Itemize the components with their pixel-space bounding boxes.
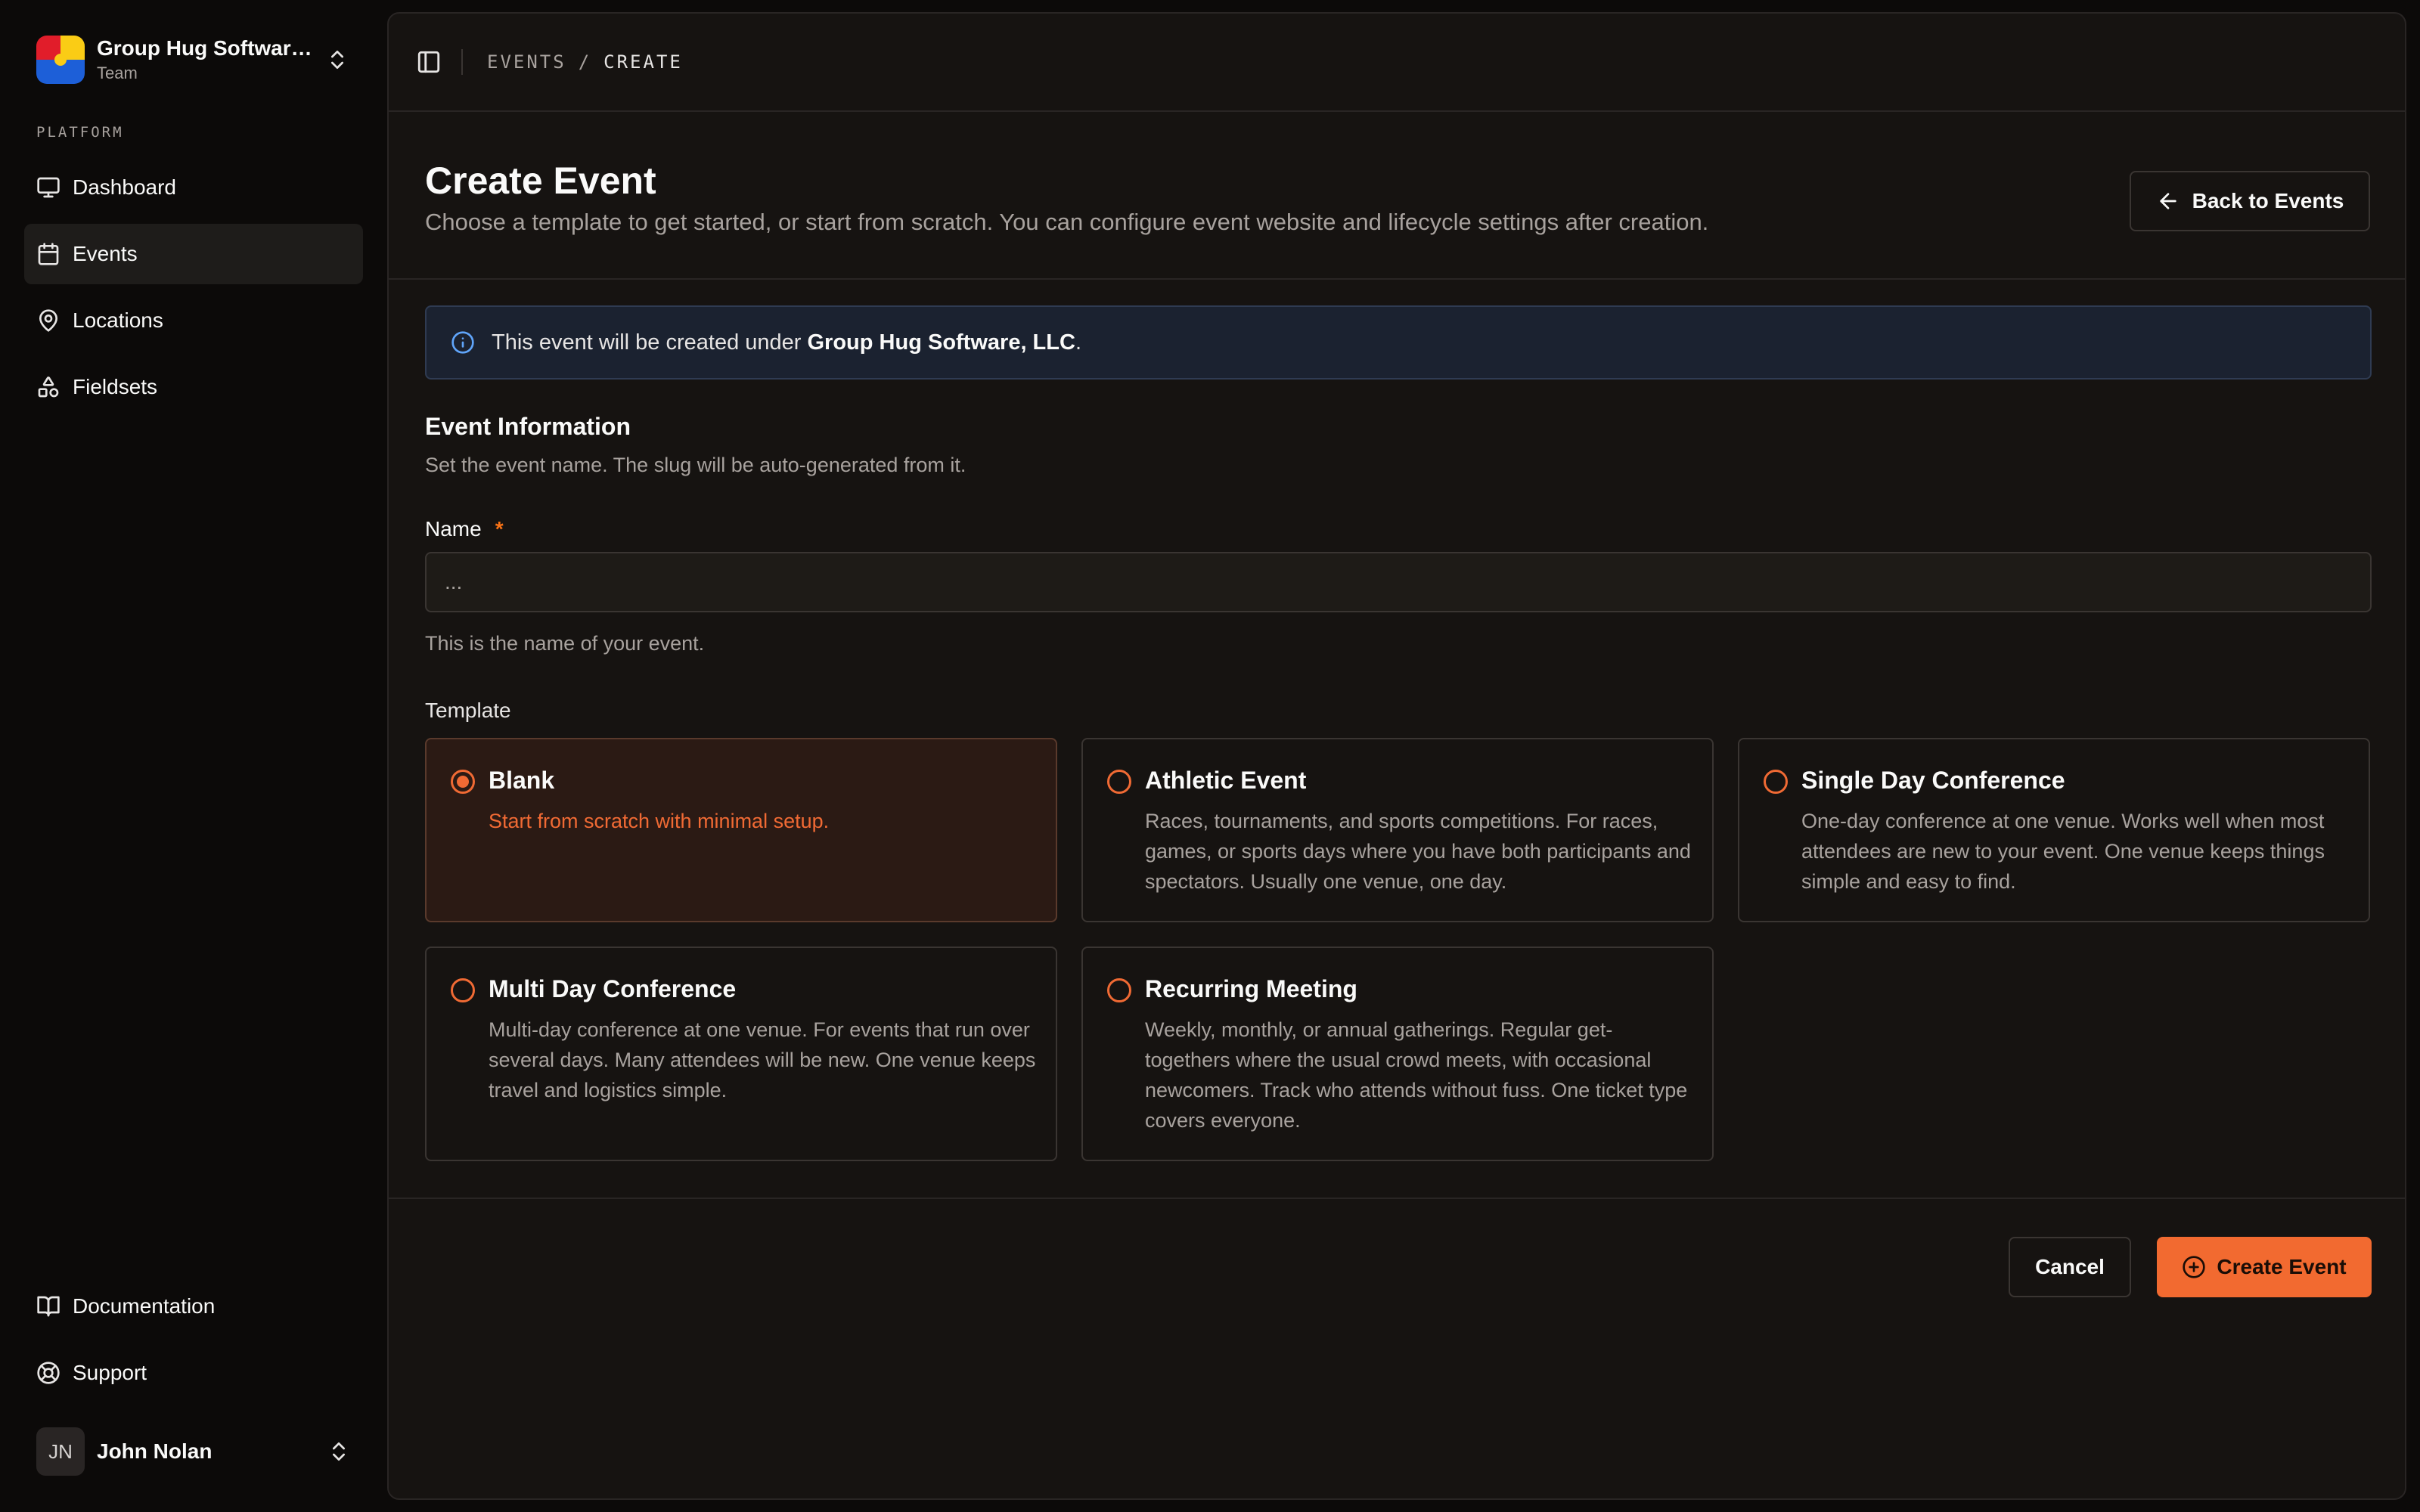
template-card-athletic-event[interactable]: Athletic Event Races, tournaments, and s… xyxy=(1081,738,1714,922)
template-description: One-day conference at one venue. Works w… xyxy=(1801,810,2325,893)
page-title: Create Event xyxy=(425,160,656,202)
shapes-icon xyxy=(38,376,59,398)
footer-divider xyxy=(389,1198,2405,1199)
sidebar-group-label: PLATFORM xyxy=(36,124,124,141)
breadcrumb: EVENTS / CREATE xyxy=(487,51,683,73)
name-field-label: Name * xyxy=(425,517,504,541)
chevrons-up-down-icon xyxy=(333,1442,345,1461)
name-label-text: Name xyxy=(425,517,482,541)
cancel-button[interactable]: Cancel xyxy=(2009,1237,2131,1297)
sidebar-item-documentation[interactable]: Documentation xyxy=(24,1276,363,1337)
team-logo xyxy=(36,36,85,84)
sidebar-item-support[interactable]: Support xyxy=(24,1343,363,1403)
radio[interactable] xyxy=(1107,978,1131,1002)
sidebar-item-dashboard[interactable]: Dashboard xyxy=(24,157,363,218)
name-field-help: This is the name of your event. xyxy=(425,632,705,655)
template-description: Races, tournaments, and sports competiti… xyxy=(1145,810,1691,893)
notice-text: This event will be created under xyxy=(492,330,808,355)
sidebar-item-label: Dashboard xyxy=(73,175,176,199)
life-buoy-icon xyxy=(37,1362,60,1384)
team-switcher[interactable]: Group Hug Software... Team xyxy=(24,27,361,92)
sidebar-item-events[interactable]: Events xyxy=(24,224,363,284)
breadcrumb-separator: / xyxy=(578,51,592,73)
template-label: Template xyxy=(425,699,511,722)
page-description: Choose a template to get started, or sta… xyxy=(425,209,1709,235)
radio-selected[interactable] xyxy=(451,770,475,794)
calendar-icon xyxy=(38,243,59,265)
section-title: Event Information xyxy=(425,413,631,440)
template-title: Athletic Event xyxy=(1145,767,1307,794)
monitor-icon xyxy=(37,177,60,198)
notice-suffix: . xyxy=(1075,330,1081,355)
main-panel: EVENTS / CREATE Create Event Choose a te… xyxy=(387,12,2406,1500)
sidebar-item-label: Events xyxy=(73,242,138,265)
sidebar-item-label: Support xyxy=(73,1361,147,1384)
org-notice: This event will be created under Group H… xyxy=(425,305,2372,380)
radio[interactable] xyxy=(1107,770,1131,794)
template-title: Blank xyxy=(489,767,555,794)
create-event-button[interactable]: Create Event xyxy=(2157,1237,2372,1297)
sidebar-item-label: Locations xyxy=(73,308,163,332)
breadcrumb-current: CREATE xyxy=(603,51,683,73)
template-card-single-day-conference[interactable]: Single Day Conference One-day conference… xyxy=(1738,738,2370,922)
topbar-divider xyxy=(461,49,463,75)
template-card-blank[interactable]: Blank Start from scratch with minimal se… xyxy=(425,738,1057,922)
required-marker: * xyxy=(495,517,504,541)
event-name-input[interactable] xyxy=(425,552,2372,612)
sidebar-item-fieldsets[interactable]: Fieldsets xyxy=(24,357,363,417)
template-description: Weekly, monthly, or annual gatherings. R… xyxy=(1145,1018,1688,1132)
arrow-left-icon xyxy=(2159,193,2176,209)
back-button-label: Back to Events xyxy=(2192,189,2344,212)
sidebar-item-label: Fieldsets xyxy=(73,375,158,398)
notice-org-name: Group Hug Software, LLC xyxy=(807,330,1075,355)
back-to-events-button[interactable]: Back to Events xyxy=(2130,171,2370,231)
sidebar-toggle-icon[interactable] xyxy=(416,49,442,75)
avatar: JN xyxy=(36,1427,85,1476)
template-description: Start from scratch with minimal setup. xyxy=(489,810,830,832)
template-title: Multi Day Conference xyxy=(489,975,737,1002)
topbar: EVENTS / CREATE xyxy=(389,14,2405,112)
sidebar-item-locations[interactable]: Locations xyxy=(24,290,363,351)
sidebar-item-label: Documentation xyxy=(73,1294,216,1318)
create-button-label: Create Event xyxy=(2217,1255,2347,1278)
chevrons-up-down-icon xyxy=(331,51,343,69)
breadcrumb-events[interactable]: EVENTS xyxy=(487,51,566,73)
template-title: Single Day Conference xyxy=(1801,767,2065,794)
template-card-multi-day-conference[interactable]: Multi Day Conference Multi-day conferenc… xyxy=(425,947,1057,1161)
radio[interactable] xyxy=(1764,770,1788,794)
sidebar: Group Hug Software... Team PLATFORM Dash… xyxy=(0,0,386,1512)
user-menu[interactable]: JN John Nolan xyxy=(24,1421,363,1482)
user-name: John Nolan xyxy=(97,1439,213,1463)
team-name: Group Hug Software... xyxy=(97,36,316,60)
radio[interactable] xyxy=(451,978,475,1002)
section-description: Set the event name. The slug will be aut… xyxy=(425,454,966,476)
template-description: Multi-day conference at one venue. For e… xyxy=(489,1018,1036,1101)
plus-circle-icon xyxy=(2183,1256,2206,1278)
page-header: Create Event Choose a template to get st… xyxy=(389,112,2405,280)
template-title: Recurring Meeting xyxy=(1145,975,1357,1002)
template-card-recurring-meeting[interactable]: Recurring Meeting Weekly, monthly, or an… xyxy=(1081,947,1714,1161)
book-icon xyxy=(37,1296,60,1317)
info-icon xyxy=(451,331,474,354)
map-pin-icon xyxy=(39,309,57,332)
team-plan: Team xyxy=(97,64,138,82)
